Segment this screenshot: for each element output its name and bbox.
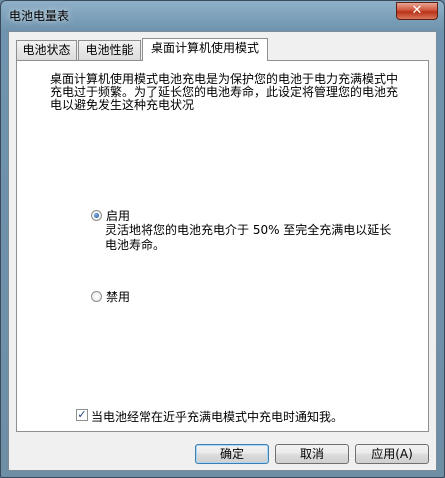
close-icon: ✕ (411, 3, 423, 18)
disable-radio[interactable] (91, 291, 102, 302)
notify-label[interactable]: 当电池经常在近乎充满电模式中充电时通知我。 (91, 408, 343, 425)
tab-battery-performance[interactable]: 电池性能 (78, 40, 141, 60)
battery-meter-window: 电池电量表 ✕ 电池状态 电池性能 桌面计算机使用模式 桌面计算机使用模式电池充… (0, 0, 445, 478)
dialog-client-area: 电池状态 电池性能 桌面计算机使用模式 桌面计算机使用模式电池充电是为保护您的电… (8, 31, 437, 471)
close-button[interactable]: ✕ (396, 2, 438, 20)
tab-desktop-mode[interactable]: 桌面计算机使用模式 (142, 38, 268, 61)
window-title: 电池电量表 (9, 9, 70, 23)
desktop-mode-panel: 桌面计算机使用模式电池充电是为保护您的电池于电力充满模式中充电过于频繁。为了延长… (16, 60, 429, 432)
ok-button[interactable]: 确定 (195, 444, 269, 464)
apply-button[interactable]: 应用(A) (355, 444, 429, 464)
tab-battery-status[interactable]: 电池状态 (16, 40, 77, 60)
mode-description: 桌面计算机使用模式电池充电是为保护您的电池于电力充满模式中充电过于频繁。为了延长… (50, 72, 399, 112)
disable-label[interactable]: 禁用 (106, 288, 130, 305)
enable-label[interactable]: 启用 (106, 207, 130, 224)
enable-radio[interactable] (91, 210, 102, 221)
notify-checkbox[interactable]: ✓ (76, 409, 88, 421)
title-bar[interactable]: 电池电量表 ✕ (1, 1, 444, 29)
enable-description: 灵活地将您的电池充电介于 50% 至完全充满电以延长电池寿命。 (105, 223, 392, 252)
checkmark-icon: ✓ (77, 408, 87, 421)
cancel-button[interactable]: 取消 (275, 444, 349, 464)
